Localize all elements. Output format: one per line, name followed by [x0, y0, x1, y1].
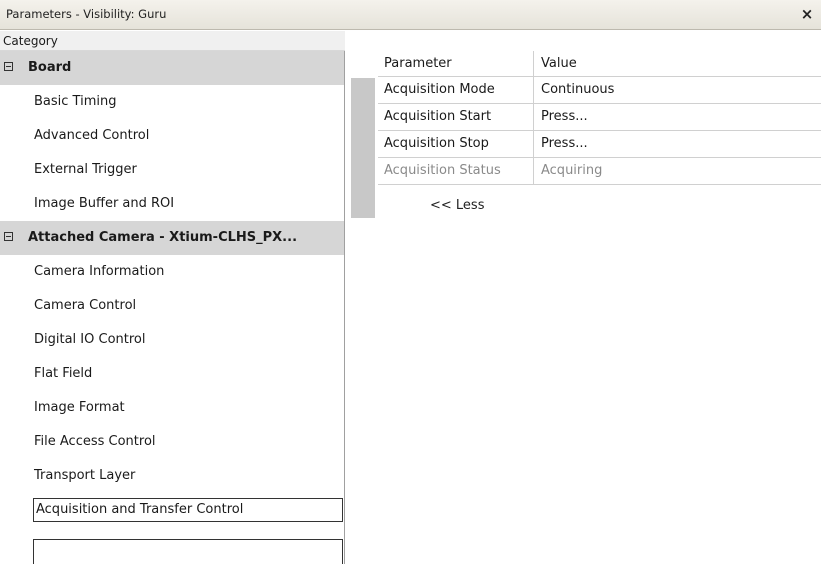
collapse-icon[interactable] [4, 62, 13, 71]
category-item-external-trigger[interactable]: External Trigger [0, 153, 344, 187]
parameter-value[interactable]: Press... [541, 109, 588, 124]
category-item-basic-timing[interactable]: Basic Timing [0, 85, 344, 119]
category-label: Flat Field [34, 366, 93, 381]
category-label: External Trigger [34, 162, 137, 177]
category-label: Acquisition and Transfer Control [33, 498, 343, 522]
parameter-name: Acquisition Status [384, 163, 501, 178]
parameter-row-acquisition-status: Acquisition Status Acquiring [378, 158, 821, 185]
category-group-attached-camera[interactable]: Attached Camera - Xtium-CLHS_PX... [0, 221, 344, 255]
column-divider [533, 131, 534, 158]
column-divider [533, 158, 534, 185]
parameter-table-header: Parameter Value [378, 51, 821, 77]
category-item-file-access-control[interactable]: File Access Control [0, 425, 344, 459]
category-item-camera-information[interactable]: Camera Information [0, 255, 344, 289]
parameter-row-acquisition-start[interactable]: Acquisition Start Press... [378, 104, 821, 131]
category-label: Advanced Control [34, 128, 150, 143]
category-item-transport-layer[interactable]: Transport Layer [0, 459, 344, 493]
column-divider[interactable] [533, 51, 534, 77]
parameter-value[interactable]: Press... [541, 136, 588, 151]
category-label: Image Format [34, 400, 125, 415]
category-label: Digital IO Control [34, 332, 146, 347]
category-label: Transport Layer [34, 468, 136, 483]
category-group-board[interactable]: Board [0, 51, 344, 85]
column-header-value[interactable]: Value [541, 56, 577, 71]
category-item-digital-io-control[interactable]: Digital IO Control [0, 323, 344, 357]
parameter-name: Acquisition Mode [384, 82, 495, 97]
category-label: Board [28, 60, 72, 75]
parameter-name: Acquisition Start [384, 109, 492, 124]
less-link[interactable]: << Less [430, 198, 484, 213]
parameter-value: Acquiring [541, 163, 603, 178]
column-divider [533, 104, 534, 131]
category-item-image-buffer-roi[interactable]: Image Buffer and ROI [0, 187, 344, 221]
category-item-acquisition-transfer-control[interactable]: Acquisition and Transfer Control [0, 493, 344, 527]
category-header-label: Category [3, 34, 58, 48]
close-icon[interactable]: × [797, 4, 817, 24]
parameter-row-acquisition-stop[interactable]: Acquisition Stop Press... [378, 131, 821, 158]
collapse-icon[interactable] [4, 232, 13, 241]
column-divider [533, 77, 534, 104]
category-list-bottom-outline [33, 539, 343, 564]
category-item-advanced-control[interactable]: Advanced Control [0, 119, 344, 153]
column-header-parameter[interactable]: Parameter [384, 56, 452, 71]
category-label: Camera Control [34, 298, 137, 313]
window-title: Parameters - Visibility: Guru [6, 7, 167, 21]
category-label: File Access Control [34, 434, 156, 449]
parameter-row-acquisition-mode[interactable]: Acquisition Mode Continuous [378, 77, 821, 104]
category-item-image-format[interactable]: Image Format [0, 391, 344, 425]
parameter-name: Acquisition Stop [384, 136, 489, 151]
category-label: Attached Camera - Xtium-CLHS_PX... [28, 230, 298, 245]
title-bar: Parameters - Visibility: Guru × [0, 0, 821, 30]
category-item-camera-control[interactable]: Camera Control [0, 289, 344, 323]
category-label: Basic Timing [34, 94, 117, 109]
category-header: Category [0, 31, 345, 51]
category-label: Image Buffer and ROI [34, 196, 175, 211]
parameter-value[interactable]: Continuous [541, 82, 614, 97]
category-list: Board Basic Timing Advanced Control Exte… [0, 51, 345, 564]
category-item-flat-field[interactable]: Flat Field [0, 357, 344, 391]
parameter-row-gutter [351, 78, 375, 218]
category-label: Camera Information [34, 264, 165, 279]
